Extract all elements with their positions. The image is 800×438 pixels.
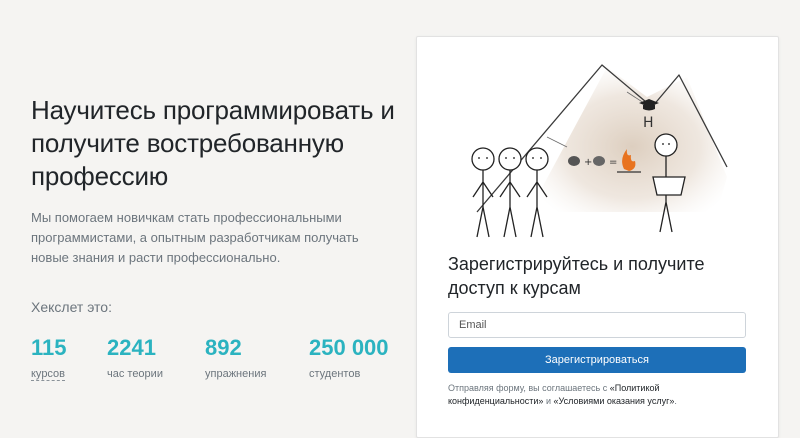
terms-suffix: . xyxy=(674,396,677,406)
hero-headline: Научитесь программировать и получите вос… xyxy=(31,95,395,191)
illustration-letter: H xyxy=(643,115,654,131)
stat-value: 892 xyxy=(205,335,242,360)
stat-courses-link[interactable]: курсов xyxy=(31,368,66,381)
terms-text: Отправляя форму, вы соглашаетесь с «Поли… xyxy=(448,382,748,408)
students-figures xyxy=(471,147,549,238)
signup-card: H + = Зарегистрируйтесь и получите досту… xyxy=(416,36,779,438)
svg-text:=: = xyxy=(609,157,617,168)
terms-and: и xyxy=(545,396,551,406)
svg-text:+: + xyxy=(584,157,592,168)
terms-prefix: Отправляя форму, вы соглашаетесь с xyxy=(448,383,608,393)
stat-students: 250 000 студентов xyxy=(309,335,389,382)
stat-courses: 115 курсов xyxy=(31,335,67,382)
register-button[interactable]: Зарегистрироваться xyxy=(448,347,746,373)
signup-title: Зарегистрируйтесь и получите доступ к ку… xyxy=(448,254,705,298)
stat-exercises: 892 упражнения xyxy=(205,335,266,382)
hero-section: Научитесь программировать и получите вос… xyxy=(0,0,410,421)
stats-title: Хекслет это: xyxy=(31,299,112,315)
hero-lead: Мы помогаем новичкам стать профессиональ… xyxy=(31,210,359,265)
stat-label: час теории xyxy=(107,368,163,380)
stat-theory: 2241 час теории xyxy=(107,335,163,382)
stat-value: 250 000 xyxy=(309,335,389,360)
stat-label: студентов xyxy=(309,368,361,380)
learning-mountain-illustration: H + = xyxy=(471,64,728,238)
stat-value: 2241 xyxy=(107,335,156,360)
stat-label: упражнения xyxy=(205,368,267,380)
email-field[interactable] xyxy=(448,312,746,338)
stat-value: 115 xyxy=(31,335,67,360)
terms-of-service-link[interactable]: «Условиями оказания услуг» xyxy=(554,396,675,406)
